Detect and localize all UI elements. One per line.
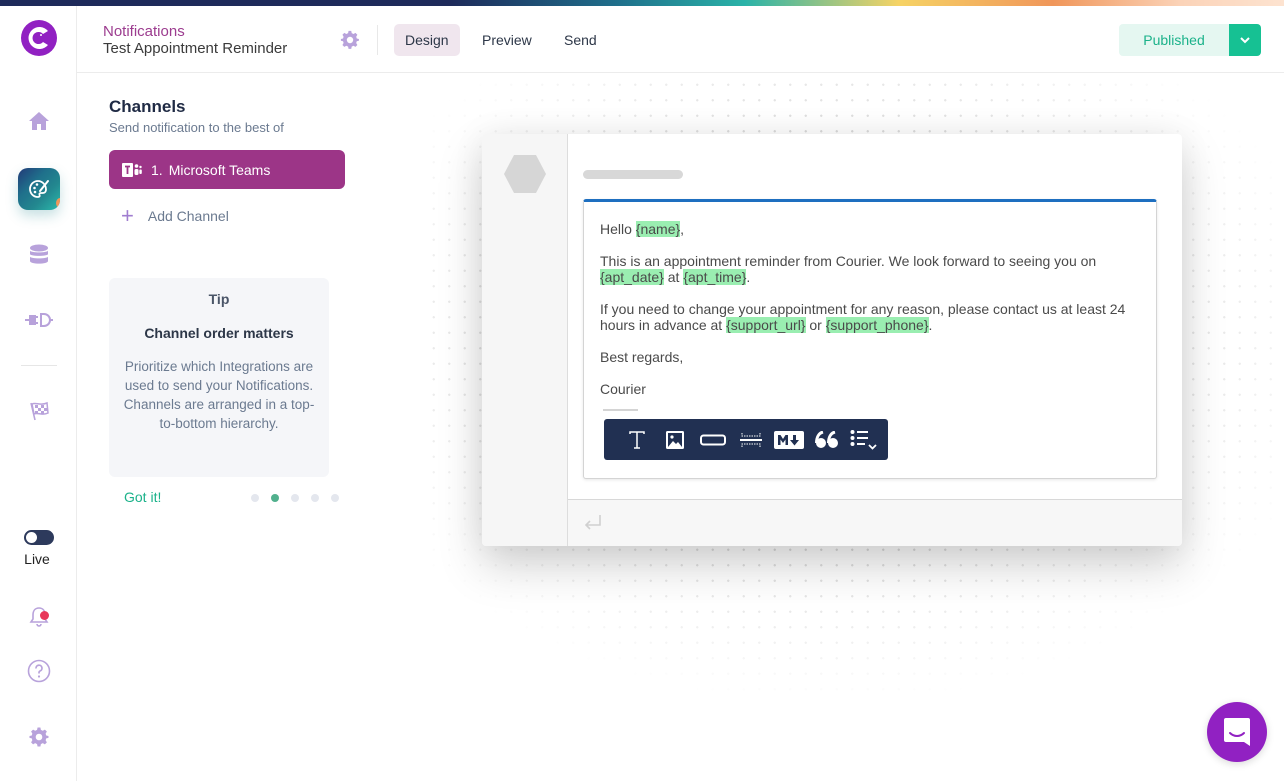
notifications-bell-icon[interactable] — [24, 601, 54, 631]
page-header: Notifications Test Appointment Reminder … — [77, 6, 1284, 73]
notification-title[interactable]: Test Appointment Reminder — [103, 40, 287, 57]
avatar-column — [482, 134, 568, 546]
button-icon — [700, 434, 726, 445]
tip-heading: Channel order matters — [144, 325, 294, 341]
checkered-flag-icon[interactable] — [24, 396, 54, 426]
message-editor[interactable]: Hello {name}, This is an appointment rem… — [583, 199, 1157, 479]
tab-preview[interactable]: Preview — [471, 24, 543, 56]
live-label: Live — [24, 551, 50, 567]
closing-line[interactable]: Best regards, — [600, 349, 1145, 365]
list-icon — [850, 429, 877, 450]
text: This is an appointment reminder from Cou… — [600, 253, 1097, 269]
channel-index: 1. — [151, 161, 163, 178]
tip-body: Prioritize which Integrations are used t… — [123, 359, 315, 431]
tab-send[interactable]: Send — [553, 24, 608, 56]
support-chat-button[interactable] — [1207, 702, 1267, 762]
tip-page-dot[interactable] — [251, 494, 259, 502]
tip-pagination — [251, 494, 339, 502]
got-it-button[interactable]: Got it! — [124, 489, 161, 505]
text: . — [928, 317, 933, 333]
left-rail: Live — [0, 6, 77, 781]
settings-gear-icon[interactable] — [24, 722, 54, 752]
plus-icon: + — [121, 203, 134, 228]
text: or — [805, 317, 826, 333]
text-icon — [629, 430, 645, 449]
variable-support-url[interactable]: {support_url} — [726, 317, 806, 333]
divider-block-button[interactable] — [732, 425, 770, 455]
markdown-icon — [774, 430, 804, 449]
return-icon[interactable] — [582, 512, 604, 534]
microsoft-teams-icon — [122, 162, 142, 177]
designer-nav-item[interactable] — [18, 168, 60, 210]
action-button-block-button[interactable] — [694, 425, 732, 455]
published-button[interactable]: Published — [1119, 24, 1229, 56]
publish-dropdown-button[interactable] — [1229, 24, 1261, 56]
variable-name[interactable]: {name} — [635, 221, 681, 237]
quote-block-button[interactable] — [808, 425, 846, 455]
tip-page-dot[interactable] — [311, 494, 319, 502]
tab-design[interactable]: Design — [394, 24, 460, 56]
avatar-hexagon-icon — [504, 155, 546, 193]
greeting-line[interactable]: Hello {name}, — [600, 221, 1145, 237]
tip-page-dot-active[interactable] — [271, 494, 279, 502]
text: , — [680, 221, 685, 237]
tip-page-dot[interactable] — [331, 494, 339, 502]
signature-line[interactable]: Courier — [600, 381, 1145, 397]
home-icon[interactable] — [24, 106, 54, 136]
markdown-block-button[interactable] — [770, 425, 808, 455]
live-toggle[interactable] — [24, 530, 54, 545]
text: . — [746, 269, 751, 285]
unread-badge — [40, 611, 49, 620]
block-toolbar — [604, 419, 888, 460]
teams-message-preview: Hello {name}, This is an appointment rem… — [482, 134, 1182, 546]
add-channel-button[interactable]: + Add Channel — [121, 205, 229, 227]
chat-bubble-icon — [1224, 718, 1250, 746]
courier-logo[interactable] — [21, 20, 57, 56]
variable-support-phone[interactable]: {support_phone} — [825, 317, 929, 333]
notification-settings-icon[interactable] — [340, 30, 360, 55]
integrations-plug-icon[interactable] — [24, 305, 54, 335]
reminder-paragraph[interactable]: This is an appointment reminder from Cou… — [600, 253, 1145, 285]
message-compose-footer — [568, 499, 1182, 546]
tip-label: Tip — [208, 291, 230, 307]
publish-control: Published — [1119, 24, 1261, 56]
list-block-button[interactable] — [846, 425, 884, 455]
rail-divider — [21, 365, 57, 366]
text-block-button[interactable] — [618, 425, 656, 455]
text: Hello — [600, 221, 636, 237]
tip-card: Tip Channel order matters Prioritize whi… — [109, 278, 329, 477]
palette-icon — [29, 180, 49, 198]
quote-icon — [815, 430, 838, 448]
divider-icon — [740, 432, 762, 447]
channels-subtitle: Send notification to the best of — [109, 120, 284, 135]
image-icon — [666, 430, 684, 449]
insert-line — [603, 409, 638, 411]
help-icon[interactable] — [24, 656, 54, 686]
image-block-button[interactable] — [656, 425, 694, 455]
header-divider — [377, 25, 378, 55]
channel-name: Microsoft Teams — [168, 161, 271, 178]
breadcrumb-notifications[interactable]: Notifications — [103, 23, 185, 40]
channels-title: Channels — [109, 97, 186, 116]
variable-apt-date[interactable]: {apt_date} — [600, 269, 664, 285]
contact-paragraph[interactable]: If you need to change your appointment f… — [600, 301, 1145, 333]
variable-apt-time[interactable]: {apt_time} — [683, 269, 747, 285]
bird-logo-icon — [28, 27, 48, 49]
add-channel-label: Add Channel — [147, 208, 229, 224]
chevron-down-icon — [1240, 37, 1250, 44]
sender-name-placeholder — [583, 170, 683, 179]
text: at — [663, 269, 684, 285]
channel-item-microsoft-teams[interactable]: 1. Microsoft Teams — [109, 150, 345, 189]
database-icon[interactable] — [24, 240, 54, 270]
tip-page-dot[interactable] — [291, 494, 299, 502]
